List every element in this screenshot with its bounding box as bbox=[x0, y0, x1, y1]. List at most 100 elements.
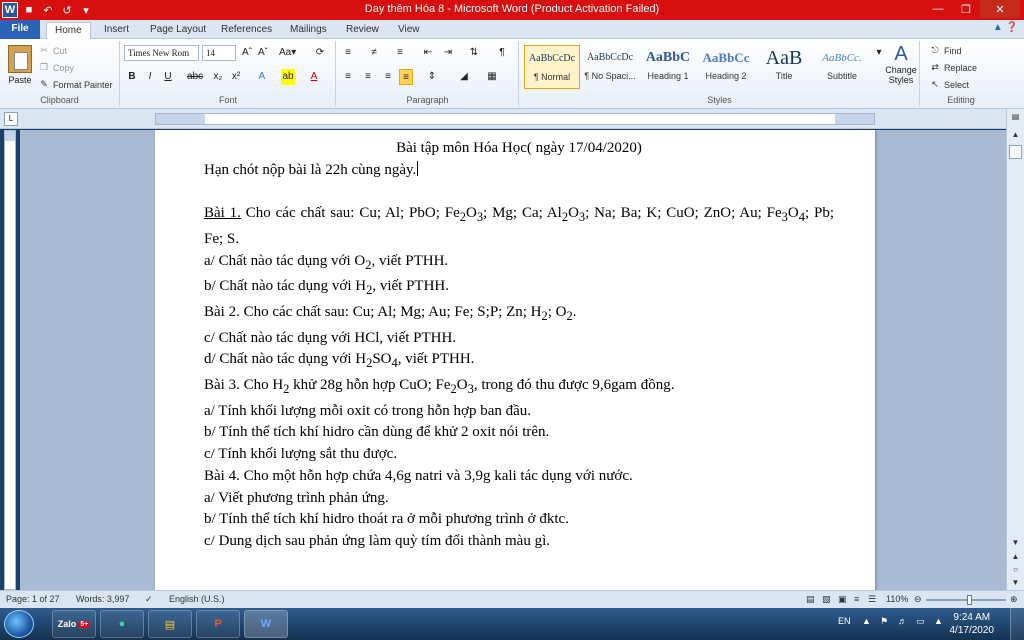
line-spacing-icon[interactable]: ⇕ bbox=[425, 69, 439, 85]
tab-insert[interactable]: Insert bbox=[96, 22, 137, 39]
align-center-icon[interactable]: ≡ bbox=[361, 69, 375, 85]
tab-page-layout[interactable]: Page Layout bbox=[142, 22, 214, 39]
battery-icon[interactable]: ▭ bbox=[916, 616, 925, 627]
grow-font-icon[interactable]: Aˆ bbox=[240, 45, 254, 61]
style-title[interactable]: AaB Title bbox=[756, 45, 812, 89]
zoom-in-icon[interactable]: ⊕ bbox=[1010, 594, 1018, 605]
tab-view[interactable]: View bbox=[390, 22, 428, 39]
print-layout-icon[interactable]: ▤ bbox=[806, 594, 815, 605]
action-center-icon[interactable]: ⚑ bbox=[880, 616, 888, 627]
input-language[interactable]: EN bbox=[838, 616, 851, 626]
scroll-up-icon[interactable]: ▲ bbox=[1009, 129, 1022, 141]
zalo-badge: 5+ bbox=[78, 620, 91, 628]
vertical-ruler[interactable] bbox=[4, 130, 16, 590]
horizontal-ruler[interactable] bbox=[155, 113, 875, 125]
tab-review[interactable]: Review bbox=[338, 22, 387, 39]
cut-button[interactable]: ✂ Cut bbox=[38, 45, 67, 56]
decrease-indent-icon[interactable]: ⇤ bbox=[421, 45, 435, 61]
document-page[interactable]: Bài tập môn Hóa Học( ngày 17/04/2020) Hạ… bbox=[155, 130, 875, 590]
change-case-icon[interactable]: Aa▾ bbox=[279, 45, 296, 61]
italic-icon[interactable]: I bbox=[143, 69, 157, 85]
zoom-out-icon[interactable]: ⊖ bbox=[914, 594, 922, 605]
page-count[interactable]: Page: 1 of 27 bbox=[6, 594, 60, 604]
zoom-level[interactable]: 110% bbox=[886, 594, 908, 604]
bold-icon[interactable]: B bbox=[125, 69, 139, 85]
tab-references[interactable]: References bbox=[213, 22, 280, 39]
full-screen-reading-icon[interactable]: ▧ bbox=[822, 594, 831, 605]
superscript-icon[interactable]: x² bbox=[229, 69, 243, 85]
select-button[interactable]: ↖ Select bbox=[929, 79, 969, 90]
paste-button[interactable]: Paste bbox=[6, 45, 34, 93]
word-count[interactable]: Words: 3,997 bbox=[76, 594, 129, 604]
style-heading-1[interactable]: AaBbC Heading 1 bbox=[640, 45, 696, 89]
tab-selector-icon[interactable]: L bbox=[4, 112, 18, 126]
font-name-box[interactable]: Times New Rom bbox=[124, 45, 199, 61]
bullets-icon[interactable]: ≡ bbox=[341, 45, 355, 61]
show-desktop-button[interactable] bbox=[1010, 608, 1024, 640]
replace-button[interactable]: ⇄ Replace bbox=[929, 62, 977, 73]
volume-icon[interactable]: ♬ bbox=[898, 616, 907, 626]
borders-icon[interactable]: ▦ bbox=[485, 69, 499, 85]
select-browse-object-icon[interactable]: ○ bbox=[1009, 564, 1022, 576]
sort-icon[interactable]: ⇅ bbox=[467, 45, 481, 61]
change-styles-button[interactable]: A Change Styles bbox=[884, 43, 918, 85]
zoom-slider[interactable] bbox=[926, 595, 1006, 605]
scroll-thumb[interactable] bbox=[1009, 145, 1022, 159]
doc-title: Bài tập môn Hóa Học( ngày 17/04/2020) bbox=[396, 140, 642, 156]
strikethrough-icon[interactable]: abc bbox=[187, 69, 203, 85]
font-size-box[interactable]: 14 bbox=[202, 45, 236, 61]
zalo-taskbar-button[interactable]: Zalo 5+ bbox=[52, 610, 96, 638]
clock[interactable]: 9:24 AM 4/17/2020 bbox=[950, 611, 995, 637]
ruler-toggle-icon[interactable]: ▤ bbox=[1009, 111, 1022, 123]
shading-icon[interactable]: ◢ bbox=[457, 69, 471, 85]
style-subtitle[interactable]: AaBbCc. Subtitle bbox=[814, 45, 870, 89]
document-body[interactable]: Bài tập môn Hóa Học( ngày 17/04/2020) Hạ… bbox=[204, 138, 834, 553]
word-taskbar-icon[interactable]: W bbox=[244, 610, 288, 638]
scroll-down-icon[interactable]: ▼ bbox=[1009, 537, 1022, 549]
align-right-icon[interactable]: ≡ bbox=[381, 69, 395, 85]
tab-mailings[interactable]: Mailings bbox=[282, 22, 335, 39]
restore-icon[interactable]: ❐ bbox=[952, 0, 980, 18]
show-marks-icon[interactable]: ¶ bbox=[495, 45, 509, 61]
draft-icon[interactable]: ☰ bbox=[868, 594, 876, 605]
outline-icon[interactable]: ≡ bbox=[854, 594, 859, 604]
show-hidden-icons-icon[interactable]: ▲ bbox=[862, 616, 871, 626]
multilevel-list-icon[interactable]: ≡ bbox=[393, 45, 407, 61]
shrink-font-icon[interactable]: Aˇ bbox=[256, 45, 270, 61]
proofing-icon[interactable]: ✓ bbox=[145, 594, 153, 605]
tab-home[interactable]: Home bbox=[46, 22, 91, 39]
network-icon[interactable]: ▲ bbox=[934, 616, 943, 626]
subscript-icon[interactable]: x₂ bbox=[211, 69, 225, 85]
start-button-icon[interactable] bbox=[4, 610, 34, 638]
next-page-icon[interactable]: ▼ bbox=[1009, 577, 1022, 589]
underline-icon[interactable]: U bbox=[161, 69, 175, 85]
text-effects-icon[interactable]: A bbox=[255, 69, 269, 85]
tab-file[interactable]: File bbox=[0, 20, 40, 39]
increase-indent-icon[interactable]: ⇥ bbox=[441, 45, 455, 61]
find-button[interactable]: ⎋ Find bbox=[929, 45, 961, 56]
align-left-icon[interactable]: ≡ bbox=[341, 69, 355, 85]
copy-button[interactable]: ❐ Copy bbox=[38, 62, 74, 73]
vertical-scrollbar[interactable]: ▤ ▲ ▼ ▲ ○ ▼ bbox=[1006, 109, 1024, 590]
minimize-icon[interactable]: — bbox=[924, 0, 952, 18]
highlight-icon[interactable]: ab bbox=[281, 69, 295, 85]
format-painter-button[interactable]: ✎ Format Painter bbox=[38, 79, 112, 90]
zoom-slider-knob[interactable] bbox=[967, 595, 972, 605]
help-icon[interactable]: ▲ ❓ bbox=[993, 22, 1018, 33]
green-app-icon[interactable]: ● bbox=[100, 610, 144, 638]
numbering-icon[interactable]: ≠ bbox=[367, 45, 381, 61]
font-color-icon[interactable]: A bbox=[307, 69, 321, 85]
style-no-spacing[interactable]: AaBbCcDc ¶ No Spaci... bbox=[582, 45, 638, 89]
style-heading-2[interactable]: AaBbCc Heading 2 bbox=[698, 45, 754, 89]
file-explorer-icon[interactable]: ▤ bbox=[148, 610, 192, 638]
q1b-text: b/ Chất nào tác dụng với H bbox=[204, 278, 367, 295]
powerpoint-icon[interactable]: P bbox=[196, 610, 240, 638]
previous-page-icon[interactable]: ▲ bbox=[1009, 551, 1022, 563]
web-layout-icon[interactable]: ▣ bbox=[838, 594, 847, 605]
clear-formatting-icon[interactable]: ⟳ bbox=[313, 45, 327, 61]
language[interactable]: English (U.S.) bbox=[169, 594, 225, 604]
style-normal[interactable]: AaBbCcDc ¶ Normal bbox=[524, 45, 580, 89]
justify-icon[interactable]: ≡ bbox=[399, 69, 413, 85]
question-2: Bài 2. Cho các chất sau: Cu; Al; Mg; Au;… bbox=[204, 302, 834, 328]
close-icon[interactable]: ✕ bbox=[980, 0, 1020, 18]
